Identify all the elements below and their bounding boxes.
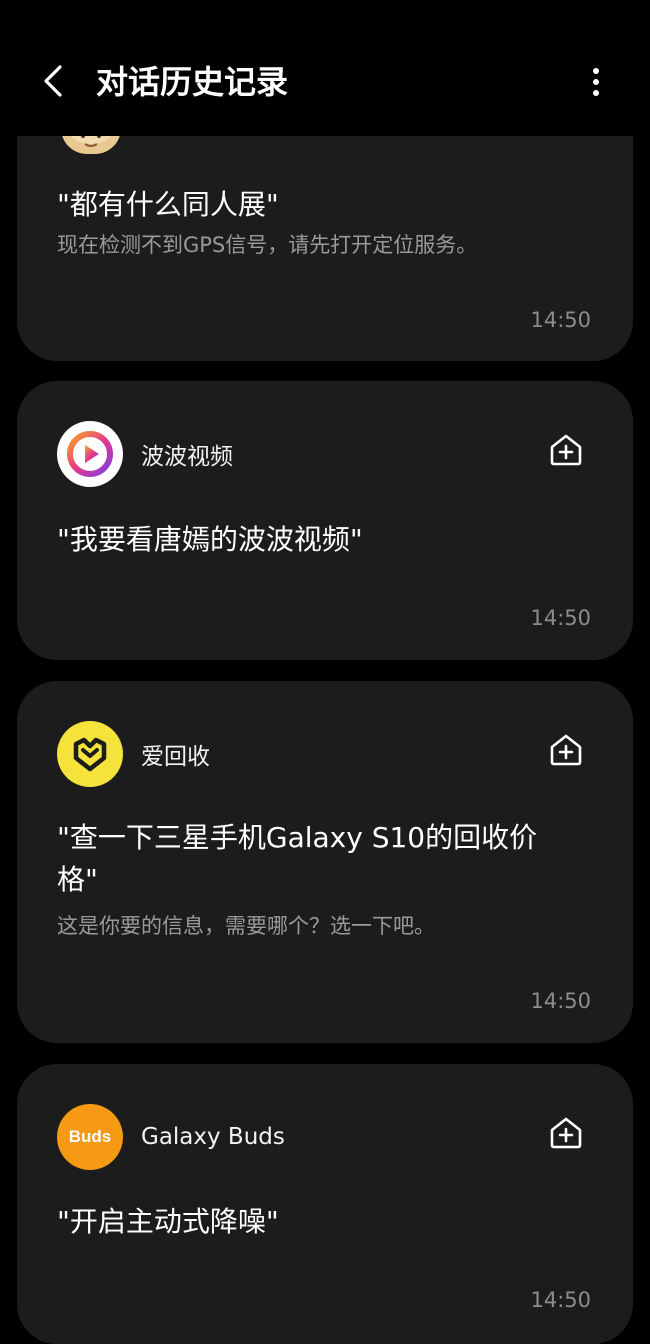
add-to-home-icon (550, 734, 582, 766)
history-card[interactable]: 爱回收 "查一下三星手机Galaxy S10的回收价格" 这是你要的信息，需要哪… (17, 681, 633, 1043)
back-button[interactable] (30, 58, 76, 104)
page-title: 对话历史记录 (96, 63, 289, 101)
timestamp: 14:50 (530, 989, 591, 1013)
add-shortcut-button[interactable] (549, 433, 583, 467)
timestamp: 14:50 (530, 1288, 591, 1312)
query-text: "开启主动式降噪" (57, 1205, 279, 1238)
app-name: 爱回收 (141, 744, 210, 770)
timestamp: 14:50 (530, 606, 591, 630)
timestamp: 14:50 (530, 308, 591, 332)
galaxy-buds-icon: Buds (57, 1104, 123, 1170)
app-name: Galaxy Buds (141, 1124, 285, 1150)
app-header: 对话历史记录 (0, 0, 650, 136)
response-text: 现在检测不到GPS信号，请先打开定位服务。 (57, 233, 478, 257)
add-shortcut-button[interactable] (549, 733, 583, 767)
history-card[interactable]: Buds Galaxy Buds "开启主动式降噪" 14:50 (17, 1064, 633, 1344)
history-card[interactable]: "都有什么同人展" 现在检测不到GPS信号，请先打开定位服务。 14:50 (17, 98, 633, 361)
response-text: 这是你要的信息，需要哪个？选一下吧。 (57, 914, 435, 938)
app-info: Buds Galaxy Buds (57, 1104, 285, 1170)
app-info: 波波视频 (57, 421, 233, 487)
chevron-left-icon (44, 65, 62, 97)
bobo-video-icon (57, 421, 123, 487)
query-text: "查一下三星手机Galaxy S10的回收价格" (57, 821, 538, 896)
add-shortcut-button[interactable] (549, 1116, 583, 1150)
query-text: "我要看唐嫣的波波视频" (57, 523, 363, 556)
add-to-home-icon (550, 1117, 582, 1149)
add-to-home-icon (550, 434, 582, 466)
app-info: 爱回收 (57, 721, 210, 787)
more-options-button[interactable] (574, 58, 618, 106)
more-vertical-icon (593, 68, 599, 96)
buds-logo-text: Buds (68, 1127, 112, 1146)
query-text: "都有什么同人展" (57, 188, 279, 221)
history-card[interactable]: 波波视频 "我要看唐嫣的波波视频" 14:50 (17, 381, 633, 660)
aihuishou-icon (57, 721, 123, 787)
app-name: 波波视频 (141, 444, 233, 470)
